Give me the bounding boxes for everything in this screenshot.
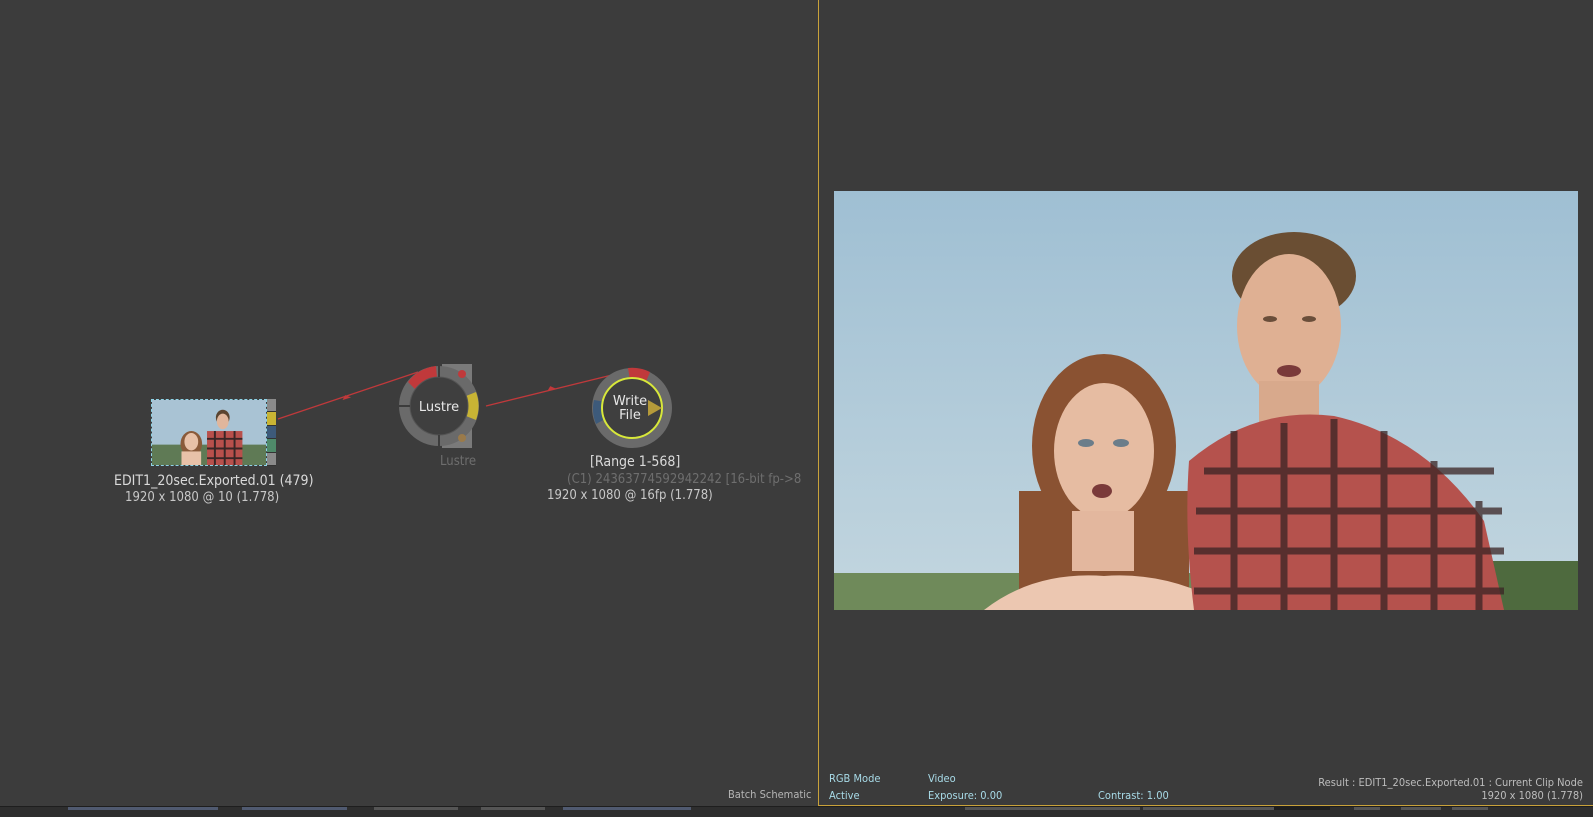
lustre-node-caption: Lustre (440, 454, 477, 469)
write-node-detail: (C1) 24363774592942242 [16-bit fp->8 (567, 472, 802, 487)
lustre-node[interactable]: Lustre (396, 362, 484, 450)
bottom-tab[interactable] (563, 807, 691, 810)
bottom-tab[interactable] (1274, 807, 1330, 810)
viewer-exposure[interactable]: Exposure: 0.00 (928, 789, 1002, 802)
bottom-tab[interactable] (965, 807, 1140, 810)
write-node-label-line2: File (619, 408, 641, 423)
viewer-rgb-mode[interactable]: RGB Mode (829, 772, 880, 785)
write-file-node[interactable]: Write File (590, 364, 676, 450)
bottom-tab[interactable] (374, 807, 458, 810)
viewer-result: Result : EDIT1_20sec.Exported.01 : Curre… (1318, 776, 1583, 789)
bottom-tab[interactable] (68, 807, 218, 810)
lustre-node-label: Lustre (419, 400, 459, 415)
viewer-active[interactable]: Active (829, 789, 860, 802)
bottom-tab[interactable] (242, 807, 347, 810)
batch-schematic-label: Batch Schematic (728, 788, 812, 801)
clip-output-sockets[interactable] (267, 399, 276, 467)
write-node-resolution: 1920 x 1080 @ 16fp (1.778) (547, 488, 713, 503)
viewer-video-mode[interactable]: Video (928, 772, 956, 785)
viewer-image[interactable] (834, 191, 1578, 610)
panel-divider[interactable] (818, 0, 819, 806)
clip-node-name: EDIT1_20sec.Exported.01 (479) (114, 473, 314, 489)
bottom-tab[interactable] (1354, 807, 1380, 810)
bottom-tab[interactable] (481, 807, 545, 810)
write-node-range: [Range 1-568] (590, 454, 681, 470)
bottom-tab[interactable] (1143, 807, 1279, 810)
viewer-contrast[interactable]: Contrast: 1.00 (1098, 789, 1169, 802)
bottom-tab[interactable] (1401, 807, 1441, 810)
clip-node-resolution: 1920 x 1080 @ 10 (1.778) (125, 490, 280, 505)
write-node-label-line1: Write (613, 394, 647, 409)
viewer-result-resolution: 1920 x 1080 (1.778) (1481, 789, 1583, 802)
bottom-tab[interactable] (1452, 807, 1488, 810)
clip-node-thumbnail[interactable] (151, 399, 267, 466)
